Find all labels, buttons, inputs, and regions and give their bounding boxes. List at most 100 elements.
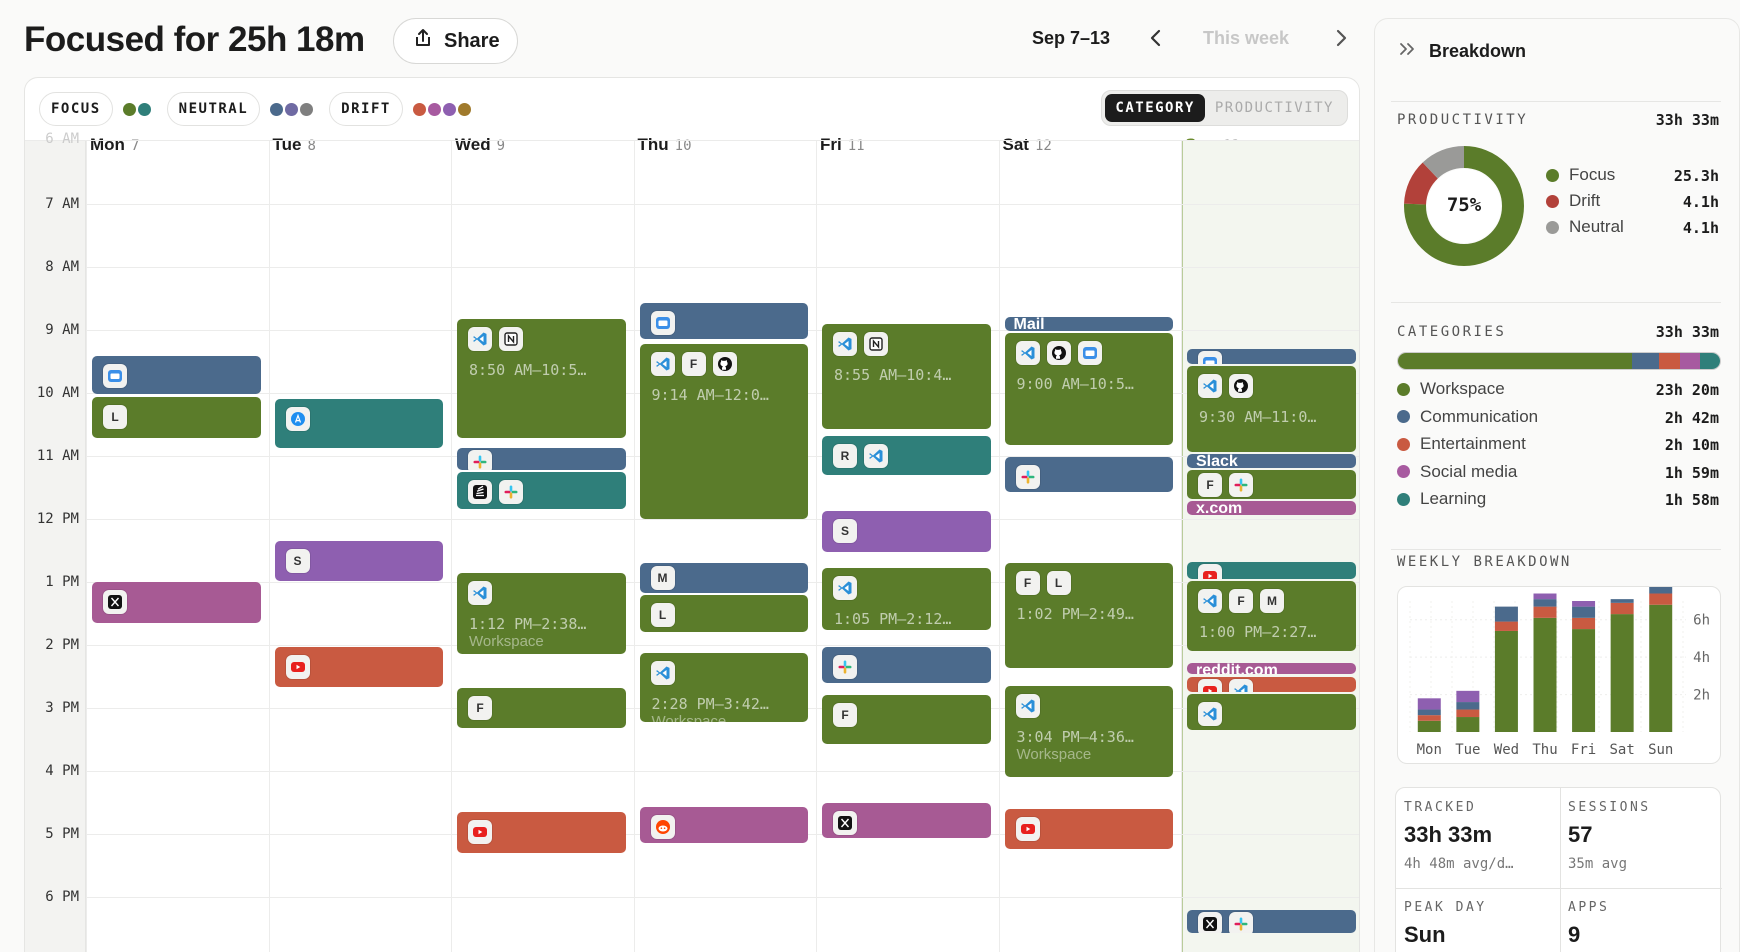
color-dot: [1397, 465, 1410, 478]
calendar-event[interactable]: [1187, 909, 1356, 933]
calendar-event[interactable]: [1187, 694, 1356, 730]
calendar-event[interactable]: [1187, 676, 1356, 693]
weekly-bar-segment: [1456, 717, 1480, 732]
calendar-event[interactable]: 2:28 PM–3:42… Workspace: [639, 653, 808, 722]
calendar-event[interactable]: Mail: [1004, 317, 1173, 332]
category-item-learning[interactable]: Learning: [1397, 489, 1486, 509]
calendar-event[interactable]: [1004, 457, 1173, 492]
calendar-event[interactable]: F: [822, 695, 991, 744]
divider: [1391, 302, 1721, 303]
event-time-range: 1:12 PM–2:38…: [469, 614, 587, 633]
calendar-event[interactable]: 9:30 AM–11:0…: [1187, 365, 1356, 453]
calendar-event[interactable]: [274, 399, 443, 448]
hour-label: 4 PM: [45, 763, 79, 779]
calendar-event[interactable]: [92, 356, 261, 395]
calendar-event[interactable]: 8:55 AM–10:4…: [822, 323, 991, 429]
slack-icon: [499, 479, 523, 504]
hour-label: 8 AM: [45, 259, 79, 275]
weekly-bar-segment: [1572, 617, 1596, 630]
legend-drift-dots: [412, 102, 471, 116]
hour-label: 10 AM: [36, 385, 79, 401]
legend-color-dot: [137, 102, 151, 116]
event-app-icons: L: [103, 405, 127, 430]
category-view-button[interactable]: CATEGORY: [1105, 94, 1205, 122]
share-button[interactable]: Share: [393, 18, 518, 64]
slack-icon: [1229, 911, 1253, 933]
hour-gridline: [86, 897, 1359, 898]
calendar-event[interactable]: [639, 302, 808, 339]
calendar-event[interactable]: [1187, 561, 1356, 579]
weekly-bar-segment: [1533, 617, 1557, 732]
previous-week-button[interactable]: [1145, 24, 1167, 52]
letter-l-icon: L: [103, 405, 127, 430]
calendar-event[interactable]: [822, 802, 991, 839]
legend-drift-chip[interactable]: DRIFT: [329, 92, 403, 126]
weekly-bar-segment: [1610, 599, 1634, 603]
item-value: 23h 20m: [1655, 381, 1719, 399]
calendar-event[interactable]: M: [639, 563, 808, 593]
legend-focus-label: FOCUS: [51, 101, 101, 117]
legend-color-dot: [300, 102, 314, 116]
calendar-event[interactable]: 8:50 AM–10:5…: [457, 319, 626, 439]
item-value: 25.3h: [1673, 167, 1719, 185]
hour-label: 5 PM: [45, 826, 79, 842]
calendar-event[interactable]: 9:00 AM–10:5…: [1004, 333, 1173, 445]
letter-s-icon: S: [833, 519, 857, 544]
day-divider: [268, 141, 270, 952]
legend-color-dot: [122, 102, 136, 116]
divider: [1391, 101, 1721, 102]
category-item-communication[interactable]: Communication: [1397, 407, 1538, 427]
calendar-event[interactable]: 1:12 PM–2:38… Workspace: [457, 572, 626, 654]
calendar-event[interactable]: [639, 806, 808, 844]
productivity-item-drift[interactable]: Drift: [1546, 191, 1600, 211]
calendar-event[interactable]: 3:04 PM–4:36… Workspace: [1004, 685, 1173, 777]
event-app-icons: [650, 310, 675, 335]
legend-color-dot: [412, 102, 426, 116]
calendar-event[interactable]: F: [1187, 469, 1356, 500]
slack-icon: [468, 450, 492, 470]
calendar-event[interactable]: [1187, 348, 1356, 364]
calendar-event[interactable]: [92, 582, 261, 623]
calendar-event[interactable]: [457, 448, 626, 470]
event-app-icons: FL: [1015, 571, 1071, 596]
productivity-view-button[interactable]: PRODUCTIVITY: [1205, 94, 1344, 122]
next-week-button[interactable]: [1330, 24, 1352, 52]
category-item-entertainment[interactable]: Entertainment: [1397, 434, 1526, 454]
event-time-range: 8:55 AM–10:4…: [834, 365, 952, 384]
calendar-event[interactable]: [1004, 808, 1173, 849]
collapse-sidebar-icon[interactable]: [1399, 41, 1417, 62]
calendar-event[interactable]: [457, 811, 626, 853]
event-app-icons: [1198, 702, 1222, 727]
legend-neutral-chip[interactable]: NEUTRAL: [166, 92, 261, 126]
legend-focus-chip[interactable]: FOCUS: [39, 92, 113, 126]
calendar-event[interactable]: Slack: [1187, 454, 1356, 468]
calendar-event[interactable]: 1:05 PM–2:12…Workspace: [822, 567, 991, 631]
weekly-bar-segment: [1610, 602, 1634, 615]
calendar-event[interactable]: x.com: [1187, 501, 1356, 516]
event-app-icons: [1198, 350, 1222, 364]
calendar-event[interactable]: F: [457, 687, 626, 729]
event-app-icons: FM: [1198, 588, 1284, 613]
calendar-event[interactable]: S: [822, 511, 991, 552]
calendar-event[interactable]: [457, 471, 626, 509]
productivity-item-neutral[interactable]: Neutral: [1546, 217, 1624, 237]
category-item-social-media[interactable]: Social media: [1397, 462, 1517, 482]
calendar-event[interactable]: [822, 646, 991, 683]
categories-bar-segment: [1631, 353, 1659, 369]
calendar-event[interactable]: S: [274, 541, 443, 582]
calendar-event[interactable]: L: [92, 397, 261, 439]
calendar-event[interactable]: F L 1:02 PM–2:49…: [1004, 563, 1173, 669]
calendar-event[interactable]: F 9:14 AM–12:0…: [639, 344, 808, 519]
calendar-event[interactable]: L: [639, 594, 808, 633]
calendar-event[interactable]: R: [822, 435, 991, 475]
categories-section-label: CATEGORIES: [1397, 324, 1507, 340]
this-week-button[interactable]: This week: [1203, 28, 1289, 49]
category-item-workspace[interactable]: Workspace: [1397, 379, 1505, 399]
calendar-event[interactable]: F M 1:00 PM–2:27…: [1187, 580, 1356, 651]
peak-day-label: PEAK DAY: [1404, 900, 1487, 915]
event-app-icons: F: [833, 703, 857, 728]
calendar-event[interactable]: reddit.com: [1187, 662, 1356, 675]
productivity-item-focus[interactable]: Focus: [1546, 165, 1615, 185]
event-app-icons: [833, 331, 888, 356]
calendar-event[interactable]: [274, 646, 443, 688]
